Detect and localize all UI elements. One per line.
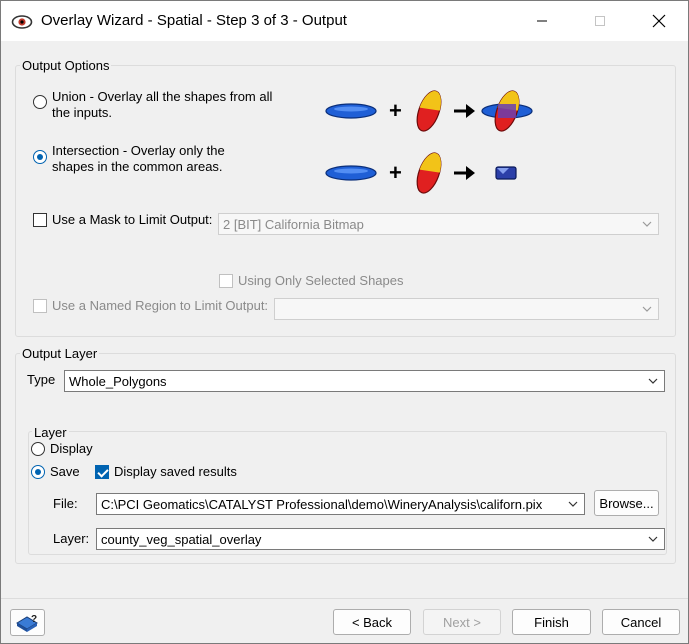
cancel-button[interactable]: Cancel (602, 609, 680, 635)
next-button[interactable]: Next > (423, 609, 501, 635)
svg-text:?: ? (31, 614, 37, 625)
display-saved-results-label: Display saved results (114, 464, 237, 479)
union-radio[interactable] (33, 95, 47, 109)
using-selected-shapes-checkbox[interactable] (219, 274, 233, 288)
layer-combobox-value: county_veg_spatial_overlay (101, 532, 262, 547)
display-label: Display (50, 441, 93, 456)
type-combobox-value: Whole_Polygons (69, 374, 167, 389)
layer-legend: Layer (32, 425, 69, 440)
display-saved-results-checkbox[interactable] (95, 465, 109, 479)
intersection-illustration: + (325, 152, 517, 194)
overlay-wizard-window: Overlay Wizard - Spatial - Step 3 of 3 -… (0, 0, 689, 644)
close-button[interactable] (636, 1, 682, 41)
browse-button[interactable]: Browse... (594, 490, 659, 516)
named-region-combobox[interactable] (274, 298, 659, 320)
red-yellow-ellipse-shape (416, 90, 442, 132)
finish-button[interactable]: Finish (512, 609, 591, 635)
named-region-checkbox[interactable] (33, 299, 47, 313)
union-label-line2: the inputs. (52, 105, 112, 120)
union-result-shape (481, 90, 533, 132)
plus-symbol: + (389, 160, 402, 185)
window-title: Overlay Wizard - Spatial - Step 3 of 3 -… (41, 12, 347, 29)
chevron-down-icon (568, 501, 578, 507)
blue-ellipse-shape (325, 103, 377, 119)
save-radio[interactable] (31, 465, 45, 479)
layer-combobox[interactable]: county_veg_spatial_overlay (96, 528, 665, 550)
chevron-down-icon (648, 378, 658, 384)
file-combobox[interactable]: C:\PCI Geomatics\CATALYST Professional\d… (96, 493, 585, 515)
chevron-down-icon (648, 536, 658, 542)
red-yellow-ellipse-shape (416, 152, 442, 194)
output-layer-legend: Output Layer (20, 346, 100, 361)
file-label: File: (53, 496, 78, 511)
save-label: Save (50, 464, 80, 479)
type-combobox[interactable]: Whole_Polygons (64, 370, 665, 392)
chevron-down-icon (642, 306, 652, 312)
eye-app-icon (11, 15, 33, 29)
intersection-label-line1: Intersection - Overlay only the (52, 143, 225, 158)
use-mask-label: Use a Mask to Limit Output: (52, 212, 213, 227)
minimize-button[interactable] (519, 1, 565, 41)
layer-label: Layer: (53, 531, 90, 546)
using-selected-shapes-label: Using Only Selected Shapes (238, 273, 404, 288)
use-mask-checkbox[interactable] (33, 213, 47, 227)
maximize-icon (595, 16, 605, 26)
named-region-label: Use a Named Region to Limit Output: (52, 298, 269, 313)
intersection-result-shape (495, 166, 517, 180)
intersection-label-line2: shapes in the common areas. (52, 159, 223, 174)
chevron-down-icon (642, 221, 652, 227)
union-illustration: + (325, 90, 533, 132)
back-button[interactable]: < Back (333, 609, 411, 635)
blue-ellipse-shape (325, 165, 377, 181)
output-options-legend: Output Options (20, 58, 112, 73)
footer-separator (1, 598, 688, 599)
close-icon (652, 14, 666, 28)
arrow-right-icon (454, 166, 475, 180)
file-combobox-value: C:\PCI Geomatics\CATALYST Professional\d… (101, 497, 543, 512)
help-button[interactable]: ? (10, 609, 45, 636)
minimize-icon (537, 20, 547, 22)
maximize-button[interactable] (577, 1, 623, 41)
display-radio[interactable] (31, 442, 45, 456)
title-bar: Overlay Wizard - Spatial - Step 3 of 3 -… (1, 1, 688, 41)
mask-combobox[interactable]: 2 [BIT] California Bitmap (218, 213, 659, 235)
type-label: Type (27, 372, 56, 387)
arrow-right-icon (454, 104, 475, 118)
help-book-icon: ? (15, 614, 38, 632)
plus-symbol: + (389, 98, 402, 123)
intersection-radio[interactable] (33, 150, 47, 164)
union-label-line1: Union - Overlay all the shapes from all (52, 89, 273, 104)
mask-combobox-value: 2 [BIT] California Bitmap (223, 217, 364, 232)
